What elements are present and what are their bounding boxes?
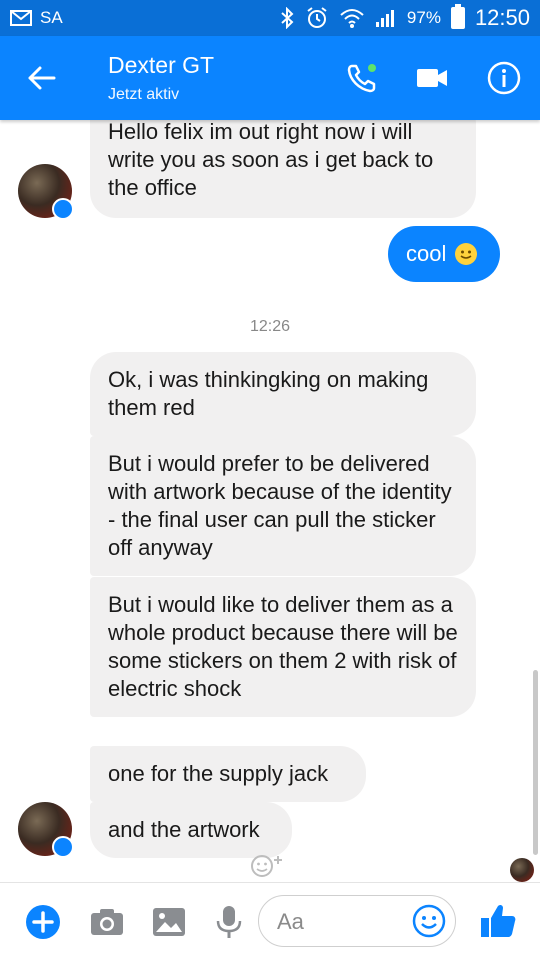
camera-icon[interactable] xyxy=(88,903,126,941)
clock: 12:50 xyxy=(474,5,530,30)
message-timestamp: 12:26 xyxy=(249,318,291,335)
conversation-header: Dexter GT Jetzt aktiv xyxy=(0,36,540,120)
info-icon[interactable] xyxy=(486,60,522,96)
battery-percent: 97% xyxy=(406,8,441,27)
alarm-icon xyxy=(307,7,327,28)
microphone-icon[interactable] xyxy=(210,903,248,941)
contact-avatar[interactable] xyxy=(18,802,74,858)
message-incoming[interactable]: But i would prefer to be delivered with … xyxy=(90,436,476,576)
seen-indicator-avatar xyxy=(510,858,534,882)
thumbs-up-icon[interactable] xyxy=(478,901,518,941)
messenger-badge-icon xyxy=(52,836,74,858)
message-input-box[interactable] xyxy=(258,895,456,947)
status-bar: SA 97% 12:50 xyxy=(0,0,540,36)
mail-icon xyxy=(10,10,32,26)
gallery-icon[interactable] xyxy=(150,903,188,941)
message-text: cool xyxy=(406,241,447,266)
add-reaction-icon[interactable] xyxy=(248,850,292,880)
emoji-icon[interactable] xyxy=(411,903,447,939)
message-text: Ok, i was thinkingking on making them re… xyxy=(108,367,429,420)
message-incoming[interactable]: one for the supply jack xyxy=(90,746,366,802)
battery-icon xyxy=(450,4,465,29)
smiley-emoji-icon xyxy=(455,243,478,265)
active-status: Jetzt aktiv xyxy=(108,86,180,103)
message-text: Hello felix im out right now i will writ… xyxy=(108,120,434,200)
message-composer xyxy=(0,882,540,961)
bluetooth-icon xyxy=(281,7,294,29)
phone-call-icon[interactable] xyxy=(344,60,380,96)
video-call-icon[interactable] xyxy=(414,60,450,96)
scrollbar[interactable] xyxy=(533,670,538,855)
wifi-icon xyxy=(340,9,364,28)
message-text: one for the supply jack xyxy=(108,761,329,786)
message-text: and the artwork xyxy=(108,817,260,842)
message-text: But i would prefer to be delivered with … xyxy=(108,451,452,560)
contact-avatar[interactable] xyxy=(18,164,74,220)
carrier-label: SA xyxy=(40,8,63,27)
message-incoming[interactable]: Hello felix im out right now i will writ… xyxy=(90,120,476,218)
back-arrow-icon[interactable] xyxy=(22,58,62,98)
message-outgoing[interactable]: cool xyxy=(388,226,500,282)
message-incoming[interactable]: But i would like to deliver them as a wh… xyxy=(90,577,476,717)
messenger-badge-icon xyxy=(52,198,74,220)
signal-icon xyxy=(375,10,394,27)
message-list[interactable]: Hello felix im out right now i will writ… xyxy=(0,120,540,882)
message-incoming[interactable]: Ok, i was thinkingking on making them re… xyxy=(90,352,476,436)
message-text: But i would like to deliver them as a wh… xyxy=(108,592,458,701)
add-plus-icon[interactable] xyxy=(24,903,62,941)
contact-name[interactable]: Dexter GT xyxy=(108,52,214,79)
message-input[interactable] xyxy=(275,906,409,938)
